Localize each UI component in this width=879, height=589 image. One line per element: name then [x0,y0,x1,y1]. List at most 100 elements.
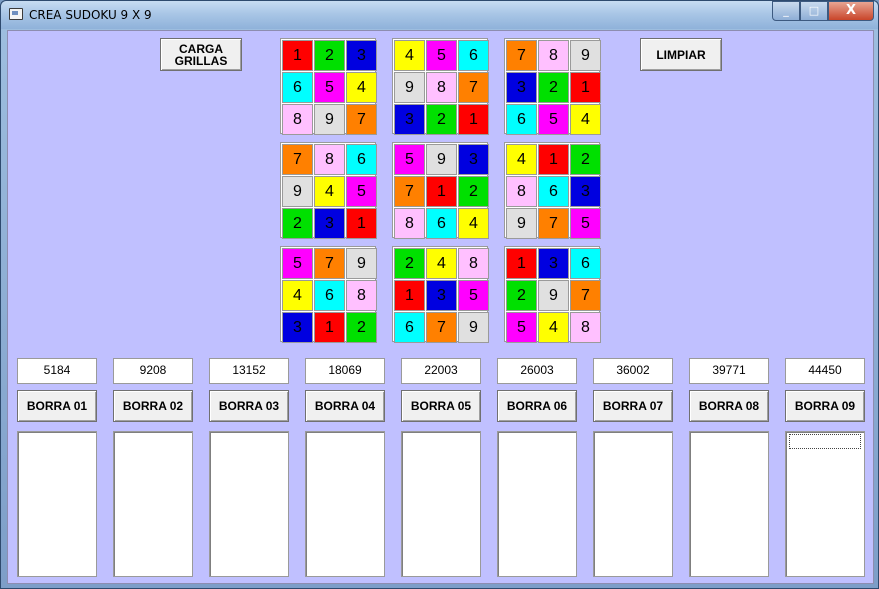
sudoku-cell[interactable]: 4 [538,312,569,343]
app-icon[interactable] [9,8,23,20]
sudoku-cell[interactable]: 5 [394,144,425,175]
sudoku-cell[interactable]: 6 [346,144,377,175]
sudoku-cell[interactable]: 3 [282,312,313,343]
sudoku-cell[interactable]: 4 [426,248,457,279]
sudoku-cell[interactable]: 3 [458,144,489,175]
sudoku-cell[interactable]: 7 [282,144,313,175]
sudoku-cell[interactable]: 4 [458,208,489,239]
sudoku-cell[interactable]: 9 [426,144,457,175]
sudoku-cell[interactable]: 8 [538,40,569,71]
erase-button[interactable]: BORRA 06 [497,390,577,422]
sudoku-cell[interactable]: 8 [314,144,345,175]
sudoku-cell[interactable]: 5 [570,208,601,239]
sudoku-cell[interactable]: 1 [346,208,377,239]
erase-button[interactable]: BORRA 07 [593,390,673,422]
count-field[interactable]: 18069 [305,358,385,384]
sudoku-cell[interactable]: 7 [506,40,537,71]
sudoku-cell[interactable]: 8 [506,176,537,207]
sudoku-cell[interactable]: 8 [346,280,377,311]
result-listbox[interactable] [305,431,385,577]
sudoku-cell[interactable]: 5 [282,248,313,279]
close-button[interactable]: X [828,1,874,21]
sudoku-cell[interactable]: 6 [570,248,601,279]
count-field[interactable]: 9208 [113,358,193,384]
count-field[interactable]: 39771 [689,358,769,384]
sudoku-cell[interactable]: 3 [506,72,537,103]
sudoku-cell[interactable]: 4 [570,104,601,135]
sudoku-cell[interactable]: 3 [426,280,457,311]
sudoku-cell[interactable]: 9 [538,280,569,311]
sudoku-cell[interactable]: 3 [394,104,425,135]
result-listbox[interactable] [593,431,673,577]
sudoku-cell[interactable]: 2 [314,40,345,71]
erase-button[interactable]: BORRA 02 [113,390,193,422]
sudoku-cell[interactable]: 3 [538,248,569,279]
sudoku-cell[interactable]: 1 [282,40,313,71]
sudoku-cell[interactable]: 8 [426,72,457,103]
sudoku-cell[interactable]: 6 [538,176,569,207]
sudoku-cell[interactable]: 8 [282,104,313,135]
sudoku-cell[interactable]: 9 [570,40,601,71]
result-listbox[interactable] [113,431,193,577]
sudoku-cell[interactable]: 6 [394,312,425,343]
sudoku-cell[interactable]: 5 [458,280,489,311]
sudoku-cell[interactable]: 1 [314,312,345,343]
count-field[interactable]: 22003 [401,358,481,384]
erase-button[interactable]: BORRA 01 [17,390,97,422]
count-field[interactable]: 5184 [17,358,97,384]
sudoku-cell[interactable]: 3 [346,40,377,71]
sudoku-cell[interactable]: 9 [282,176,313,207]
sudoku-cell[interactable]: 6 [506,104,537,135]
sudoku-cell[interactable]: 2 [458,176,489,207]
erase-button[interactable]: BORRA 03 [209,390,289,422]
sudoku-cell[interactable]: 2 [282,208,313,239]
sudoku-cell[interactable]: 5 [314,72,345,103]
sudoku-cell[interactable]: 2 [346,312,377,343]
sudoku-cell[interactable]: 1 [570,72,601,103]
sudoku-cell[interactable]: 1 [458,104,489,135]
erase-button[interactable]: BORRA 05 [401,390,481,422]
sudoku-cell[interactable]: 6 [314,280,345,311]
sudoku-cell[interactable]: 2 [570,144,601,175]
maximize-button[interactable]: □ [800,1,828,21]
sudoku-cell[interactable]: 7 [458,72,489,103]
sudoku-cell[interactable]: 9 [394,72,425,103]
sudoku-cell[interactable]: 1 [426,176,457,207]
minimize-button[interactable]: _ [772,1,800,21]
count-field[interactable]: 36002 [593,358,673,384]
sudoku-cell[interactable]: 8 [394,208,425,239]
sudoku-cell[interactable]: 5 [426,40,457,71]
sudoku-cell[interactable]: 5 [538,104,569,135]
sudoku-cell[interactable]: 4 [346,72,377,103]
count-field[interactable]: 13152 [209,358,289,384]
sudoku-cell[interactable]: 2 [506,280,537,311]
sudoku-cell[interactable]: 3 [314,208,345,239]
sudoku-cell[interactable]: 4 [282,280,313,311]
result-listbox[interactable] [497,431,577,577]
sudoku-cell[interactable]: 6 [426,208,457,239]
sudoku-cell[interactable]: 2 [426,104,457,135]
sudoku-cell[interactable]: 2 [538,72,569,103]
sudoku-cell[interactable]: 7 [314,248,345,279]
sudoku-cell[interactable]: 7 [538,208,569,239]
sudoku-cell[interactable]: 1 [506,248,537,279]
sudoku-cell[interactable]: 4 [506,144,537,175]
result-listbox[interactable] [209,431,289,577]
sudoku-cell[interactable]: 5 [506,312,537,343]
sudoku-cell[interactable]: 7 [570,280,601,311]
sudoku-cell[interactable]: 9 [458,312,489,343]
sudoku-cell[interactable]: 1 [394,280,425,311]
erase-button[interactable]: BORRA 09 [785,390,865,422]
sudoku-cell[interactable]: 8 [458,248,489,279]
sudoku-cell[interactable]: 6 [282,72,313,103]
sudoku-cell[interactable]: 2 [394,248,425,279]
sudoku-cell[interactable]: 6 [458,40,489,71]
count-field[interactable]: 26003 [497,358,577,384]
erase-button[interactable]: BORRA 04 [305,390,385,422]
load-grids-button[interactable]: CARGA GRILLAS [160,38,242,71]
sudoku-cell[interactable]: 4 [314,176,345,207]
result-listbox[interactable] [17,431,97,577]
clear-button[interactable]: LIMPIAR [640,38,722,71]
sudoku-cell[interactable]: 8 [570,312,601,343]
sudoku-cell[interactable]: 9 [314,104,345,135]
